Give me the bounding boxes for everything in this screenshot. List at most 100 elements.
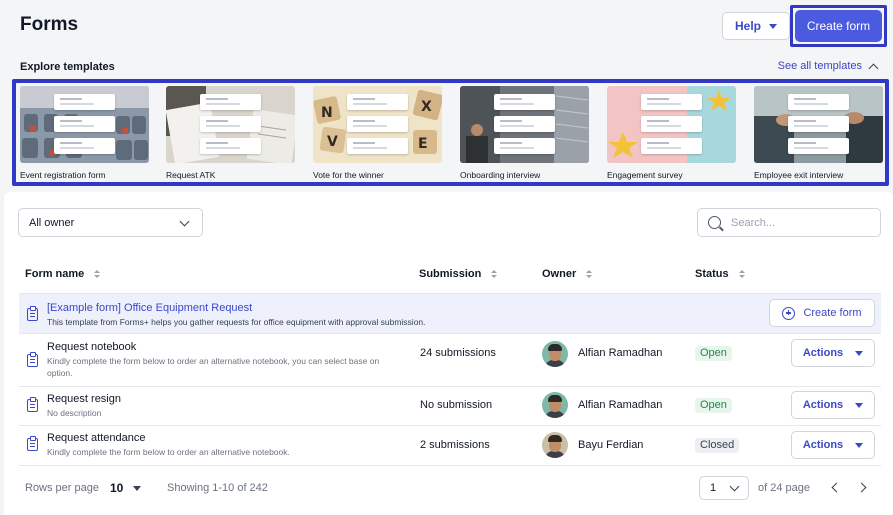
column-label: Form name [25,268,85,280]
mini-form-card [54,116,115,132]
page-header: Forms Help Create form [0,0,893,52]
column-header-owner[interactable]: Owner [542,268,593,280]
mini-form-card [788,116,849,132]
example-form-name[interactable]: [Example form] Office Equipment Request [47,302,252,314]
example-form-row[interactable]: [Example form] Office Equipment Request … [19,294,881,334]
actions-label: Actions [802,347,844,359]
search-box[interactable] [697,208,881,237]
chevron-up-icon[interactable] [868,63,879,73]
column-header-status[interactable]: Status [695,268,745,280]
chevron-down-icon [729,481,740,492]
actions-button[interactable]: Actions [791,431,875,459]
mini-form-card [347,94,408,110]
template-label: Employee exit interview [754,170,844,180]
form-name[interactable]: Request notebook [47,341,136,353]
page-select[interactable]: 1 [699,476,749,500]
template-card-employee-exit-interview[interactable]: Employee exit interview [754,86,883,182]
see-all-templates-label: See all templates [777,60,862,72]
form-description: Kindly complete the form below to order … [47,447,290,457]
actions-button[interactable]: Actions [791,339,875,367]
template-card-vote-winner[interactable]: N V X E Vote for the winner [313,86,442,182]
owner-name: Alfian Ramadhan [578,399,663,411]
submission-count: 24 submissions [420,347,496,359]
table-row[interactable]: Request attendance Kindly complete the f… [19,426,881,466]
actions-button[interactable]: Actions [791,391,875,419]
owner-filter-value: All owner [29,216,75,229]
mini-form-card [347,138,408,154]
mini-form-card [494,138,555,154]
clipboard-icon [27,306,38,321]
page-value: 1 [710,482,717,494]
mini-form-card [641,116,702,132]
actions-label: Actions [802,439,844,451]
table-row[interactable]: Request notebook Kindly complete the for… [19,334,881,387]
template-thumbnail [754,86,883,163]
showing-range: Showing 1-10 of 242 [167,482,268,494]
template-thumbnail [166,86,295,163]
sort-icon[interactable] [491,270,498,278]
template-card-event-registration[interactable]: Event registration form [20,86,149,182]
caret-down-icon [855,442,864,448]
column-header-submission[interactable]: Submission [419,268,498,280]
column-header-form-name[interactable]: Form name [25,268,101,280]
submission-count: 2 submissions [420,439,490,451]
sort-icon[interactable] [738,270,745,278]
template-card-engagement-survey[interactable]: Engagement survey [607,86,736,182]
mini-form-card [54,138,115,154]
plus-circle-icon [782,306,796,320]
mini-form-card [494,94,555,110]
table-header: Form name Submission Owner Status [19,256,881,294]
template-label: Onboarding interview [460,170,541,180]
clipboard-icon [27,352,38,367]
actions-label: Actions [802,399,844,411]
form-name[interactable]: Request attendance [47,432,145,444]
avatar [542,392,568,418]
form-description: Kindly complete the form below to order … [47,356,380,378]
sort-icon[interactable] [94,270,101,278]
sort-icon[interactable] [586,270,593,278]
template-label: Vote for the winner [313,170,384,180]
mini-form-card [641,94,702,110]
search-input[interactable] [731,215,871,231]
svg-text:X: X [421,99,432,115]
caret-down-icon [855,350,864,356]
avatar [542,341,568,367]
svg-text:V: V [327,134,338,150]
form-name[interactable]: Request resign [47,393,121,405]
mini-form-card [347,116,408,132]
template-card-request-atk[interactable]: Request ATK [166,86,295,182]
help-button-label: Help [734,19,761,33]
template-label: Event registration form [20,170,106,180]
rows-per-page-value: 10 [110,481,124,495]
caret-down-icon [855,402,864,408]
example-create-form-button[interactable]: Create form [769,299,875,327]
chevron-right-icon[interactable] [856,482,867,493]
column-label: Owner [542,268,577,280]
status-badge: Open [695,398,732,413]
table-row[interactable]: Request resign No description No submiss… [19,387,881,426]
submission-count: No submission [420,399,493,411]
mini-form-card [494,116,555,132]
template-thumbnail [20,86,149,163]
page-title: Forms [20,14,79,35]
form-description: No description [47,408,102,418]
owner-name: Bayu Ferdian [578,439,644,451]
template-thumbnail [607,86,736,163]
template-thumbnail [460,86,589,163]
clipboard-icon [27,436,38,451]
status-badge: Open [695,346,732,361]
create-form-button[interactable]: Create form [795,10,882,42]
caret-down-icon [769,23,777,29]
help-button[interactable]: Help [722,12,790,40]
chevron-down-icon [179,216,190,227]
chevron-left-icon[interactable] [831,482,842,493]
create-form-label: Create form [803,307,862,319]
template-card-onboarding-interview[interactable]: Onboarding interview [460,86,589,182]
svg-text:E: E [418,136,428,152]
mini-form-card [641,138,702,154]
owner-filter-select[interactable]: All owner [18,208,203,237]
total-pages: of 24 page [758,482,810,494]
see-all-templates-link[interactable]: See all templates [777,60,879,73]
rows-per-page-select[interactable]: 10 [110,481,142,495]
search-icon [708,216,721,229]
